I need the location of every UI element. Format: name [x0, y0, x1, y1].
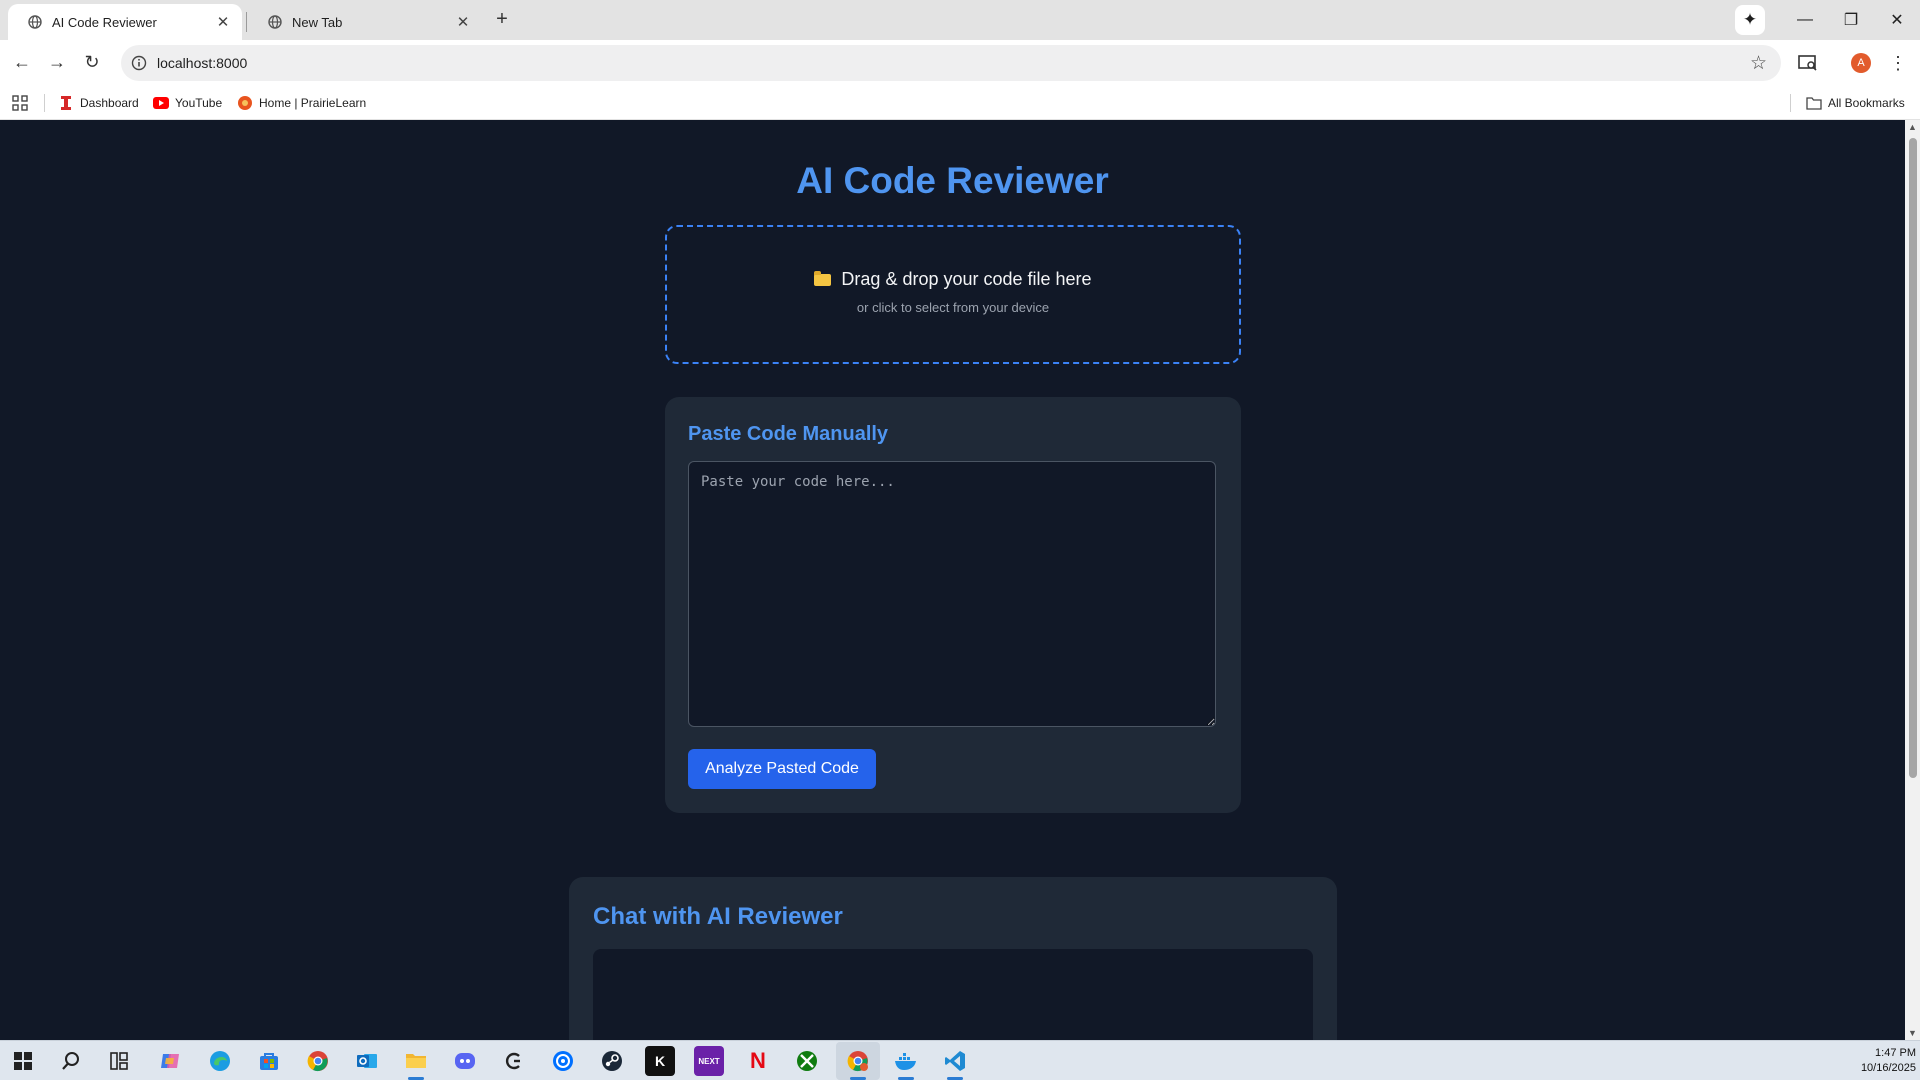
dropzone-main-text: Drag & drop your code file here	[841, 269, 1092, 289]
tab-search-icon[interactable]	[1795, 50, 1821, 76]
apps-grid-icon[interactable]	[12, 94, 28, 112]
tab-new-tab[interactable]: New Tab ✕	[248, 4, 482, 40]
gog-icon[interactable]	[499, 1046, 529, 1076]
paste-code-card: Paste Code Manually Analyze Pasted Code	[665, 397, 1241, 813]
back-arrow-icon[interactable]: ←	[8, 48, 36, 76]
bookmark-label: Home | PrairieLearn	[259, 96, 367, 110]
site-info-icon[interactable]	[130, 54, 148, 72]
bookmark-separator	[1790, 94, 1791, 112]
tab-title: AI Code Reviewer	[52, 14, 157, 30]
tab-title: New Tab	[292, 14, 343, 30]
analyze-pasted-code-button[interactable]: Analyze Pasted Code	[688, 749, 876, 789]
start-icon[interactable]	[8, 1046, 38, 1076]
next-icon[interactable]: NEXT	[694, 1046, 724, 1076]
chat-messages-area[interactable]	[593, 949, 1313, 1040]
globe-icon	[28, 15, 42, 29]
discord-icon[interactable]	[450, 1046, 480, 1076]
clock-time: 1:47 PM	[1875, 1047, 1916, 1059]
bookmark-youtube[interactable]: YouTube	[153, 94, 222, 112]
ubisoft-icon[interactable]	[548, 1046, 578, 1076]
window-close-icon[interactable]: ✕	[1874, 0, 1920, 40]
canvas-icon	[58, 95, 74, 111]
browser-toolbar: ← → ↻ localhost:8000 ☆ A ⋮	[0, 40, 1920, 86]
search-icon[interactable]	[56, 1046, 86, 1076]
bookmark-prairielearn[interactable]: Home | PrairieLearn	[237, 94, 366, 112]
bookmark-separator	[44, 94, 45, 112]
tab-strip: AI Code Reviewer ✕ New Tab ✕ + ✦ — ❐ ✕	[0, 0, 1920, 40]
forward-arrow-icon[interactable]: →	[43, 48, 71, 76]
system-clock[interactable]: 1:47 PM 10/16/2025	[1861, 1046, 1916, 1076]
page-title: AI Code Reviewer	[796, 160, 1109, 201]
dropzone-sub-text: or click to select from your device	[856, 300, 1050, 315]
bookmarks-bar: Dashboard YouTube Home | PrairieLearn Al…	[0, 86, 1920, 120]
windows-taskbar: K NEXT N 1:47 PM 10/16/2025	[0, 1040, 1920, 1080]
address-bar[interactable]: localhost:8000 ☆	[121, 45, 1781, 81]
bookmark-dashboard[interactable]: Dashboard	[58, 94, 139, 112]
globe-icon	[268, 15, 282, 29]
steam-icon[interactable]	[597, 1046, 627, 1076]
scroll-up-arrow-icon[interactable]: ▲	[1905, 120, 1920, 134]
page-viewport: AI Code Reviewer Drag & drop your code f…	[0, 120, 1905, 1040]
reload-icon[interactable]: ↻	[78, 48, 106, 76]
chat-card: Chat with AI Reviewer	[569, 877, 1337, 1040]
all-bookmarks[interactable]: All Bookmarks	[1806, 94, 1905, 112]
kebab-menu-icon[interactable]: ⋮	[1885, 50, 1911, 76]
gemini-sparkle-icon[interactable]: ✦	[1735, 5, 1765, 35]
outlook-icon[interactable]	[352, 1046, 382, 1076]
clock-date: 10/16/2025	[1860, 1062, 1916, 1074]
close-tab-icon[interactable]: ✕	[214, 13, 232, 31]
netflix-icon[interactable]: N	[743, 1046, 773, 1076]
copilot-icon[interactable]	[155, 1046, 185, 1076]
bookmark-label: Dashboard	[80, 96, 139, 110]
folder-icon	[814, 270, 832, 286]
code-input[interactable]	[688, 461, 1216, 727]
tab-separator	[246, 12, 247, 32]
all-bookmarks-label: All Bookmarks	[1828, 96, 1905, 110]
bookmark-star-icon[interactable]: ☆	[1750, 52, 1767, 75]
folder-outline-icon	[1806, 95, 1822, 111]
store-icon[interactable]	[254, 1046, 284, 1076]
restore-icon[interactable]: ❐	[1828, 0, 1874, 40]
docker-icon[interactable]	[891, 1046, 921, 1080]
file-dropzone[interactable]: Drag & drop your code file here or click…	[665, 225, 1241, 364]
kick-icon[interactable]: K	[645, 1046, 675, 1076]
page-scrollbar[interactable]: ▲ ▼	[1905, 120, 1920, 1040]
youtube-icon	[153, 95, 169, 111]
chrome-icon[interactable]	[303, 1046, 333, 1076]
scrollbar-thumb[interactable]	[1909, 138, 1917, 778]
edge-icon[interactable]	[205, 1046, 235, 1076]
chat-heading: Chat with AI Reviewer	[593, 903, 843, 930]
dropzone-main-text-row: Drag & drop your code file here	[667, 269, 1239, 290]
xbox-icon[interactable]	[792, 1046, 822, 1076]
chrome-profile-icon[interactable]	[843, 1046, 873, 1080]
file-explorer-icon[interactable]	[401, 1046, 431, 1080]
profile-avatar[interactable]: A	[1851, 53, 1871, 73]
paste-code-heading: Paste Code Manually	[688, 423, 889, 445]
task-view-icon[interactable]	[104, 1046, 134, 1076]
bookmark-label: YouTube	[175, 96, 223, 110]
vscode-icon[interactable]	[940, 1046, 970, 1080]
prairielearn-icon	[237, 95, 253, 111]
close-tab-icon[interactable]: ✕	[454, 13, 472, 31]
new-tab-plus-icon[interactable]: +	[491, 8, 513, 30]
scroll-down-arrow-icon[interactable]: ▼	[1905, 1026, 1920, 1040]
tab-ai-code-reviewer[interactable]: AI Code Reviewer ✕	[8, 4, 242, 40]
url-text: localhost:8000	[157, 55, 248, 71]
minimize-icon[interactable]: —	[1782, 0, 1828, 40]
